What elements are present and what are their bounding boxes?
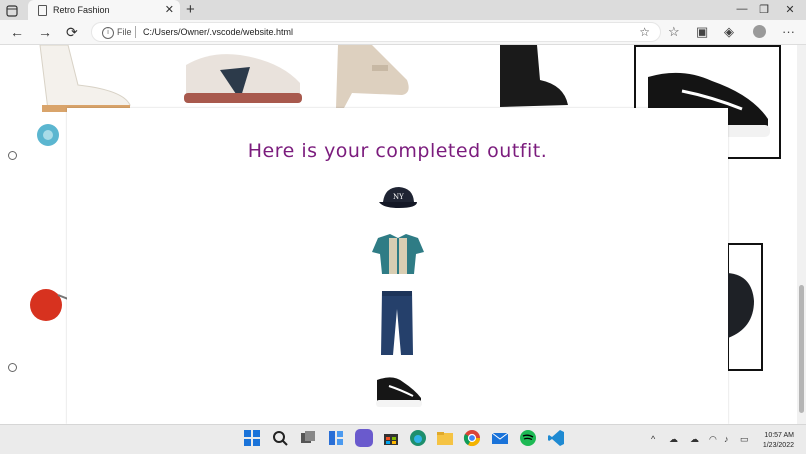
mary-jane-heel[interactable] xyxy=(332,45,417,108)
outfit-modal: Here is your completed outfit. NY xyxy=(67,108,728,424)
svg-text:NY: NY xyxy=(393,193,404,201)
onedrive-alert-icon[interactable]: ☁ xyxy=(669,434,678,445)
new-tab-button[interactable]: + xyxy=(186,1,195,18)
tray-chevron[interactable]: ^ xyxy=(651,434,655,444)
back-button[interactable]: ← xyxy=(10,24,24,40)
restore-button[interactable]: ❐ xyxy=(754,3,774,16)
more-icon[interactable]: ··· xyxy=(782,24,795,39)
store-icon[interactable] xyxy=(382,429,400,447)
extensions-icon[interactable]: ◈ xyxy=(724,24,734,40)
volume-icon[interactable]: ♪ xyxy=(724,434,729,444)
tab-retro-fashion[interactable]: Retro Fashion ✕ xyxy=(28,0,180,22)
radio-accessories[interactable] xyxy=(8,363,17,372)
scrollbar-thumb[interactable] xyxy=(799,285,804,413)
teams-icon[interactable] xyxy=(355,429,373,447)
sneaker-image xyxy=(373,374,423,410)
sneaker-brown[interactable] xyxy=(180,45,305,110)
mail-icon[interactable] xyxy=(491,429,509,447)
address-scheme: File xyxy=(117,27,132,37)
shirt-image xyxy=(372,232,424,276)
collections-icon[interactable]: ▣ xyxy=(696,24,708,40)
minimize-button[interactable]: — xyxy=(732,3,752,15)
favorites-add-icon[interactable]: ☆ xyxy=(639,25,650,39)
vscode-icon[interactable] xyxy=(547,429,565,447)
address-url[interactable]: C:/Users/Owner/.vscode/website.html xyxy=(143,27,293,37)
chrome-icon[interactable] xyxy=(463,429,481,447)
radio-shoes[interactable] xyxy=(8,151,17,160)
favorites-icon[interactable]: ☆ xyxy=(668,24,680,40)
vertical-scrollbar[interactable] xyxy=(797,45,806,424)
profile-icon[interactable] xyxy=(753,25,766,38)
tab-actions-icon[interactable] xyxy=(6,4,18,17)
page-viewport: Here is your completed outfit. NY xyxy=(0,45,797,424)
task-view-icon[interactable] xyxy=(299,429,317,447)
search-icon[interactable] xyxy=(271,429,289,447)
refresh-button[interactable]: ⟳ xyxy=(66,24,78,41)
clock-date: 1/23/2022 xyxy=(762,442,794,449)
clock-time: 10:57 AM xyxy=(764,432,794,439)
red-sunglasses[interactable] xyxy=(28,285,69,325)
start-icon[interactable] xyxy=(243,429,261,447)
taskbar: ^ ☁ ☁ ◠ ♪ ▭ 10:57 AM 1/23/2022 xyxy=(0,424,806,454)
battery-icon[interactable]: ▭ xyxy=(740,434,749,445)
spotify-icon[interactable] xyxy=(519,429,537,447)
onedrive-icon[interactable]: ☁ xyxy=(690,434,699,445)
browser-toolbar: ← → ⟳ i File C:/Users/Owner/.vscode/webs… xyxy=(0,20,806,45)
cap-image: NY xyxy=(377,184,419,214)
address-divider xyxy=(135,26,136,38)
black-boot[interactable] xyxy=(492,45,572,110)
info-icon[interactable]: i xyxy=(102,27,114,39)
outfit-heading: Here is your completed outfit. xyxy=(247,140,548,162)
tab-strip: Retro Fashion ✕ + — ❐ ✕ xyxy=(0,0,806,22)
page-icon xyxy=(38,5,47,16)
edge-icon[interactable] xyxy=(409,429,427,447)
black-cap[interactable] xyxy=(728,273,758,343)
address-bar[interactable]: i File C:/Users/Owner/.vscode/website.ht… xyxy=(91,22,661,42)
tab-close-button[interactable]: ✕ xyxy=(165,3,174,16)
widgets-icon[interactable] xyxy=(327,429,345,447)
jeans-image xyxy=(379,291,415,357)
system-clock[interactable]: 10:57 AM 1/23/2022 xyxy=(758,431,794,451)
file-explorer-icon[interactable] xyxy=(436,429,454,447)
wifi-icon[interactable]: ◠ xyxy=(709,434,717,445)
forward-button[interactable]: → xyxy=(38,24,52,40)
close-window-button[interactable]: ✕ xyxy=(780,3,800,16)
tab-title: Retro Fashion xyxy=(53,5,110,15)
